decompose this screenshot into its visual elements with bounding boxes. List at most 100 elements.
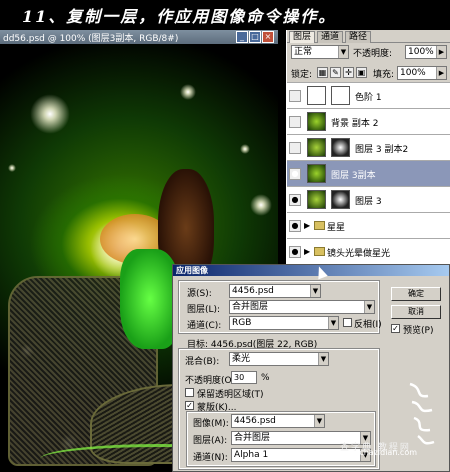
document-titlebar[interactable]: dd56.psd @ 100% (图层3副本, RGB/8#) _ □ × xyxy=(0,30,278,44)
watermark-site: jiaocheng.chazidian.com xyxy=(318,448,418,457)
layer-row[interactable]: ● ▶ 星星 xyxy=(287,212,450,238)
layer-mask-thumbnail[interactable] xyxy=(331,86,350,105)
mask-checkbox[interactable]: ✓ xyxy=(185,401,194,410)
tab-layers[interactable]: 图层 xyxy=(289,31,316,43)
layer-mask-thumbnail[interactable] xyxy=(331,138,350,157)
blend-mode-value: 正常 xyxy=(294,47,313,57)
chevron-down-icon: ▼ xyxy=(338,46,348,58)
lock-position-icon[interactable]: ✛ xyxy=(343,67,354,78)
dialog-opacity-input[interactable]: 30 xyxy=(231,371,257,384)
chevron-right-icon: ▶ xyxy=(436,46,446,58)
lock-label: 锁定: xyxy=(291,70,313,80)
eye-icon[interactable]: ● xyxy=(289,220,301,232)
opacity-input[interactable]: 100% ▶ xyxy=(405,45,447,59)
sparkle xyxy=(180,84,196,100)
layer-name: 背景 副本 2 xyxy=(331,119,379,129)
eye-hidden-icon[interactable] xyxy=(289,90,301,102)
layer-name: 图层 3副本 xyxy=(331,171,376,181)
eye-hidden-icon[interactable] xyxy=(289,142,301,154)
expand-triangle-icon[interactable]: ▶ xyxy=(304,247,310,256)
lock-transparency-icon[interactable]: ▦ xyxy=(317,67,328,78)
layer-row[interactable]: 背景 副本 2 xyxy=(287,108,450,134)
layer-row[interactable]: 图层 3 副本2 xyxy=(287,134,450,160)
chevron-down-icon: ▼ xyxy=(318,353,328,365)
ok-button[interactable]: 确定 xyxy=(391,287,441,301)
panel-tabs: 图层 通道 路径 xyxy=(287,30,450,43)
eye-icon[interactable]: ● xyxy=(289,168,301,180)
dialog-title: 应用图像 xyxy=(176,266,208,275)
tab-channels[interactable]: 通道 xyxy=(317,31,344,43)
eye-icon[interactable]: ● xyxy=(289,246,301,258)
sparkle xyxy=(8,164,16,172)
lock-all-icon[interactable]: ▣ xyxy=(356,67,367,78)
figure-dress xyxy=(120,249,180,349)
chevron-down-icon: ▼ xyxy=(328,317,338,329)
tab-paths[interactable]: 路径 xyxy=(345,31,372,43)
layer-name: 图层 3 副本2 xyxy=(355,145,409,155)
layer-name: 星星 xyxy=(327,223,346,233)
fill-value: 100% xyxy=(400,68,426,78)
layer-thumbnail[interactable] xyxy=(307,190,326,209)
chevron-down-icon: ▼ xyxy=(314,415,324,427)
layer-thumbnail[interactable] xyxy=(307,164,326,183)
maximize-button[interactable]: □ xyxy=(249,31,261,43)
fill-label: 填充: xyxy=(373,70,395,80)
layer-row[interactable]: ● ▶ 镜头光晕做星光 xyxy=(287,238,450,264)
opacity-label: 不透明度: xyxy=(353,49,393,59)
mask-image-select[interactable]: 4456.psd ▼ xyxy=(231,414,325,428)
blending-select[interactable]: 柔光 ▼ xyxy=(229,352,329,366)
layer-row[interactable]: ● 图层 3 xyxy=(287,186,450,212)
preview-label: 预览(P) xyxy=(403,326,434,336)
minimize-button[interactable]: _ xyxy=(236,31,248,43)
opacity-value: 100% xyxy=(408,47,434,57)
invert-label: 反相(I) xyxy=(354,320,382,330)
document-title: dd56.psd @ 100% (图层3副本, RGB/8#) xyxy=(3,34,179,44)
eye-hidden-icon[interactable] xyxy=(289,116,301,128)
chevron-down-icon: ▼ xyxy=(310,285,320,297)
layer-name: 色阶 1 xyxy=(355,93,382,103)
blending-label: 混合(B): xyxy=(185,357,220,367)
layer-row[interactable]: ● 图层 3副本 xyxy=(287,160,450,186)
mask-image-value: 4456.psd xyxy=(234,416,276,426)
cancel-button[interactable]: 取消 xyxy=(391,305,441,319)
sparkle xyxy=(250,194,272,216)
lock-pixels-icon[interactable]: ✎ xyxy=(330,67,341,78)
source-label: 源(S): xyxy=(187,289,212,299)
channel-select[interactable]: RGB ▼ xyxy=(229,316,339,330)
preserve-transparency-label: 保留透明区域(T) xyxy=(197,390,264,400)
source-value: 4456.psd xyxy=(232,286,274,296)
layer-label: 图层(L): xyxy=(187,305,221,315)
blend-mode-select[interactable]: 正常 ▼ xyxy=(291,45,349,59)
channel-label: 通道(C): xyxy=(187,321,222,331)
close-button[interactable]: × xyxy=(262,31,274,43)
sparkle xyxy=(240,144,250,154)
layer-value: 合并图层 xyxy=(232,302,269,312)
blending-value: 柔光 xyxy=(232,354,251,364)
banner-title: 11、复制一层，作应用图像命令操作。 xyxy=(22,7,337,26)
invert-checkbox[interactable] xyxy=(343,318,352,327)
layer-thumbnail[interactable] xyxy=(307,86,326,105)
eye-icon[interactable]: ● xyxy=(289,194,301,206)
chevron-right-icon: ▶ xyxy=(436,67,446,79)
source-select[interactable]: 4456.psd ▼ xyxy=(229,284,321,298)
layer-mask-thumbnail[interactable] xyxy=(331,190,350,209)
opacity-unit: % xyxy=(261,373,270,383)
layer-name: 图层 3 xyxy=(355,197,382,207)
fill-input[interactable]: 100% ▶ xyxy=(397,66,447,80)
layer-select[interactable]: 合并图层 ▼ xyxy=(229,300,375,314)
mask-layer-label: 图层(A): xyxy=(193,436,228,446)
chevron-down-icon: ▼ xyxy=(364,301,374,313)
sparkle xyxy=(30,94,70,134)
mask-image-label: 图像(M): xyxy=(193,419,229,429)
layer-thumbnail[interactable] xyxy=(307,112,326,131)
expand-triangle-icon[interactable]: ▶ xyxy=(304,221,310,230)
layer-thumbnail[interactable] xyxy=(307,138,326,157)
dialog-titlebar[interactable]: 应用图像 xyxy=(173,265,449,276)
preserve-transparency-checkbox[interactable] xyxy=(185,388,194,397)
preview-checkbox[interactable]: ✓ xyxy=(391,324,400,333)
folder-icon xyxy=(314,247,325,256)
mask-channel-value: Alpha 1 xyxy=(234,450,269,460)
mask-channel-label: 通道(N): xyxy=(193,453,228,463)
layer-row[interactable]: 色阶 1 xyxy=(287,82,450,108)
channel-value: RGB xyxy=(232,318,252,328)
